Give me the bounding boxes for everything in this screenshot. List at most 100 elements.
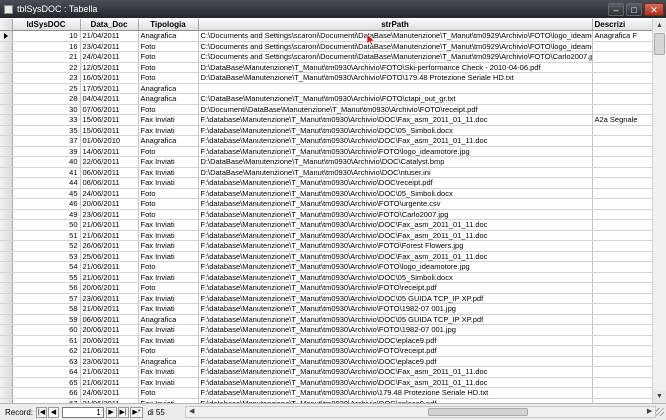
cell-descrizione[interactable] xyxy=(592,261,652,273)
cell-tipologia[interactable]: Fax Inviati xyxy=(138,156,199,168)
cell-descrizione[interactable] xyxy=(592,51,652,63)
column-header-strpath[interactable]: strPath xyxy=(198,19,593,31)
cell-descrizione[interactable] xyxy=(592,41,652,52)
table-row[interactable]: 57 23/06/2011 Fax Inviati F:\database\Manut… xyxy=(0,293,652,304)
scroll-down-arrow-icon[interactable]: ▼ xyxy=(653,390,666,403)
record-selector[interactable] xyxy=(0,387,13,399)
cell-tipologia[interactable]: Fax Inviati xyxy=(138,114,199,126)
cell-data-doc[interactable]: 01/06/2010 xyxy=(80,135,139,147)
record-selector[interactable] xyxy=(0,345,13,357)
cell-idsysdoc[interactable]: 46 xyxy=(12,198,81,210)
cell-strpath[interactable]: F:\database\Manutenzione\T_Manut\tm0930\… xyxy=(198,188,593,199)
cell-descrizione[interactable] xyxy=(592,125,652,136)
cell-tipologia[interactable]: Foto xyxy=(138,62,199,73)
record-selector[interactable] xyxy=(0,293,13,304)
cell-descrizione[interactable] xyxy=(592,104,652,115)
record-selector[interactable] xyxy=(0,356,13,367)
cell-descrizione[interactable] xyxy=(592,335,652,346)
title-bar[interactable]: tblSysDOC : Tabella – □ ✕ xyxy=(0,0,666,18)
record-selector[interactable] xyxy=(0,156,13,168)
cell-strpath[interactable]: F:\database\Manutenzione\T_Manut\tm0930\… xyxy=(198,251,593,262)
record-selector[interactable] xyxy=(0,114,13,126)
cell-descrizione[interactable] xyxy=(592,93,652,105)
table-row[interactable]: 16 23/04/2011 Foto C:\Documents and Setting… xyxy=(0,41,652,52)
record-selector[interactable] xyxy=(0,72,13,84)
cell-strpath[interactable]: D:\DataBase\Manutenzione\T_Manut\tm0930\… xyxy=(198,62,593,73)
table-row[interactable]: 44 06/06/2011 Fax Inviati F:\database\Manut… xyxy=(0,177,652,189)
table-row[interactable]: 25 17/05/2011 Anagrafica xyxy=(0,83,652,94)
table-row[interactable]: 51 21/06/2011 Fax Inviati F:\database\Manut… xyxy=(0,230,652,241)
record-selector[interactable] xyxy=(0,335,13,346)
cell-data-doc[interactable]: 24/06/2011 xyxy=(80,387,139,399)
cell-idsysdoc[interactable]: 52 xyxy=(12,240,81,252)
cell-descrizione[interactable] xyxy=(592,377,652,388)
cell-data-doc[interactable]: 16/05/2011 xyxy=(80,72,139,84)
cell-strpath[interactable]: C:\Documents and Settings\scaroni\Docume… xyxy=(198,30,593,42)
cell-idsysdoc[interactable]: 25 xyxy=(12,83,81,94)
cell-tipologia[interactable]: Fax Inviati xyxy=(138,335,199,346)
cell-descrizione[interactable] xyxy=(592,156,652,168)
previous-record-button[interactable]: ◀ xyxy=(47,406,59,418)
cell-strpath[interactable]: F:\database\Manutenzione\T_Manut\tm0930\… xyxy=(198,125,593,136)
select-all-corner[interactable] xyxy=(0,19,13,31)
cell-descrizione[interactable] xyxy=(592,188,652,199)
record-selector[interactable] xyxy=(0,209,13,220)
cell-tipologia[interactable]: Fax Inviati xyxy=(138,272,199,283)
cell-strpath[interactable]: D:\DataBase\Manutenzione\T_Manut\tm0930\… xyxy=(198,156,593,168)
cell-strpath[interactable]: C:\DataBase\Manutenzione\T_Manut\tm0930\… xyxy=(198,93,593,105)
record-selector[interactable] xyxy=(0,104,13,115)
record-selector[interactable] xyxy=(0,261,13,273)
resize-grip-icon[interactable] xyxy=(656,408,664,416)
cell-tipologia[interactable]: Fax Inviati xyxy=(138,324,199,336)
cell-strpath[interactable]: F:\database\Manutenzione\T_Manut\tm0930\… xyxy=(198,387,593,399)
cell-descrizione[interactable] xyxy=(592,219,652,231)
record-selector[interactable] xyxy=(0,146,13,157)
cell-idsysdoc[interactable]: 10 xyxy=(12,30,81,42)
cell-strpath[interactable]: D:\DataBase\Manutenzione\T_Manut\tm0930\… xyxy=(198,167,593,178)
cell-tipologia[interactable]: Fax Inviati xyxy=(138,303,199,315)
scroll-left-arrow-icon[interactable]: ◀ xyxy=(186,407,197,417)
cell-data-doc[interactable]: 21/06/2011 xyxy=(80,366,139,378)
table-row[interactable]: 64 21/06/2011 Fax Inviati F:\database\Manut… xyxy=(0,366,652,378)
cell-data-doc[interactable]: 21/06/2011 xyxy=(80,272,139,283)
cell-idsysdoc[interactable]: 41 xyxy=(12,167,81,178)
cell-data-doc[interactable]: 21/06/2011 xyxy=(80,377,139,388)
cell-idsysdoc[interactable]: 23 xyxy=(12,72,81,84)
cell-tipologia[interactable]: Foto xyxy=(138,51,199,63)
column-header-idsysdoc[interactable]: IdSysDOC xyxy=(12,19,81,31)
column-header-data-doc[interactable]: Data_Doc xyxy=(80,19,139,31)
cell-tipologia[interactable]: Fax Inviati xyxy=(138,377,199,388)
cell-descrizione[interactable]: Anagrafica F xyxy=(592,30,652,42)
cell-data-doc[interactable]: 26/06/2011 xyxy=(80,240,139,252)
cell-idsysdoc[interactable]: 50 xyxy=(12,219,81,231)
cell-descrizione[interactable]: A2a Segnale xyxy=(592,114,652,126)
cell-tipologia[interactable]: Foto xyxy=(138,345,199,357)
record-selector[interactable] xyxy=(0,93,13,105)
cell-tipologia[interactable]: Anagrafica xyxy=(138,135,199,147)
table-row[interactable]: 60 20/06/2011 Fax Inviati F:\database\Manut… xyxy=(0,324,652,336)
cell-tipologia[interactable]: Foto xyxy=(138,198,199,210)
table-row[interactable]: 59 06/06/2011 Anagrafica F:\database\Manute… xyxy=(0,314,652,325)
cell-descrizione[interactable] xyxy=(592,146,652,157)
cell-tipologia[interactable]: Fax Inviati xyxy=(138,366,199,378)
maximize-button[interactable]: □ xyxy=(626,2,642,16)
cell-descrizione[interactable] xyxy=(592,282,652,294)
cell-tipologia[interactable]: Fax Inviati xyxy=(138,167,199,178)
cell-data-doc[interactable]: 23/06/2011 xyxy=(80,356,139,367)
record-selector[interactable] xyxy=(0,30,13,42)
cell-strpath[interactable]: C:\Documents and Settings\scaroni\Docume… xyxy=(198,51,593,63)
table-row[interactable]: 21 24/04/2011 Foto C:\Documents and Setting… xyxy=(0,51,652,63)
cell-idsysdoc[interactable]: 66 xyxy=(12,387,81,399)
cell-strpath[interactable]: F:\database\Manutenzione\T_Manut\tm0930\… xyxy=(198,146,593,157)
cell-strpath[interactable]: F:\database\Manutenzione\T_Manut\tm0930\… xyxy=(198,209,593,220)
cell-data-doc[interactable]: 14/06/2011 xyxy=(80,146,139,157)
cell-data-doc[interactable]: 22/06/2011 xyxy=(80,156,139,168)
cell-tipologia[interactable]: Anagrafica xyxy=(138,30,199,42)
cell-strpath[interactable]: F:\database\Manutenzione\T_Manut\tm0930\… xyxy=(198,293,593,304)
cell-idsysdoc[interactable]: 60 xyxy=(12,324,81,336)
cell-tipologia[interactable]: Foto xyxy=(138,104,199,115)
table-row[interactable]: 30 07/06/2011 Foto D:\Documenti\DataBase\Ma… xyxy=(0,104,652,115)
cell-strpath[interactable]: F:\database\Manutenzione\T_Manut\tm0930\… xyxy=(198,177,593,189)
first-record-button[interactable]: |◀ xyxy=(36,406,47,418)
record-selector[interactable] xyxy=(0,377,13,388)
